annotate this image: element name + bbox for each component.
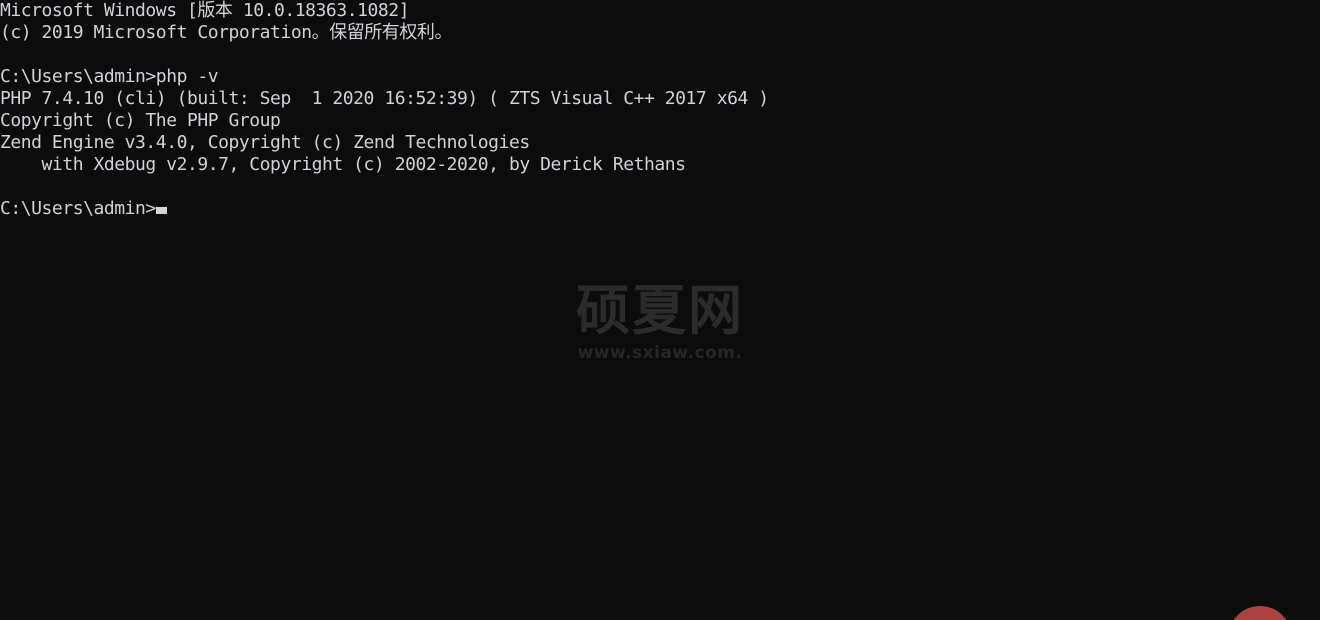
console-line-php-version: PHP 7.4.10 (cli) (built: Sep 1 2020 16:5… [0,88,769,109]
corner-blob-decoration [1228,606,1292,620]
console-line-blank-2 [0,176,1320,198]
console-line-windows-version: Microsoft Windows [版本 10.0.18363.1082] [0,0,410,21]
console-line-copyright: (c) 2019 Microsoft Corporation。保留所有权利。 [0,22,453,43]
console-window: 硕夏网 www.sxiaw.com. Microsoft Windows [版本… [0,0,1320,620]
console-prompt-text: C:\Users\admin> [0,198,156,219]
console-output[interactable]: Microsoft Windows [版本 10.0.18363.1082] (… [0,0,1320,220]
console-line-zend-engine: Zend Engine v3.4.0, Copyright (c) Zend T… [0,132,530,153]
watermark-brand-text: 硕夏网 [576,279,744,342]
watermark: 硕夏网 www.sxiaw.com. [0,279,1320,364]
console-line-command-php-v: C:\Users\admin>php -v [0,66,219,87]
watermark-url-text: www.sxiaw.com. [577,343,743,363]
console-line-blank-1 [0,44,1320,66]
console-prompt-line[interactable]: C:\Users\admin> [0,198,1320,220]
console-line-php-group-copyright: Copyright (c) The PHP Group [0,110,281,131]
cursor-caret [155,207,167,214]
console-line-xdebug: with Xdebug v2.9.7, Copyright (c) 2002-2… [0,154,686,175]
